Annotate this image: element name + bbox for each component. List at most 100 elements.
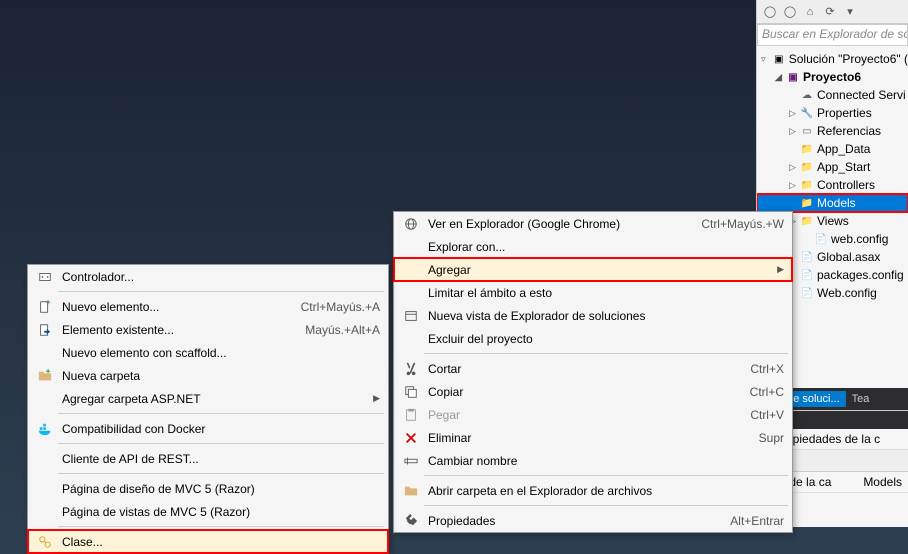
- menu-item-agregar-carpeta-asp-net[interactable]: Agregar carpeta ASP.NET▶: [28, 387, 388, 410]
- folder-icon: 📁: [799, 159, 815, 175]
- tree-item-controllers[interactable]: ▷📁Controllers: [757, 176, 908, 194]
- menu-item-limitar-el-mbito-a-esto[interactable]: Limitar el ámbito a esto: [394, 281, 792, 304]
- menu-item-propiedades[interactable]: PropiedadesAlt+Entrar: [394, 509, 792, 532]
- newitem-icon: [32, 300, 58, 314]
- context-menu-main: Ver en Explorador (Google Chrome)Ctrl+Ma…: [393, 211, 793, 533]
- rename-icon: [398, 454, 424, 468]
- tree-item-connected-servi[interactable]: ☁Connected Servi: [757, 86, 908, 104]
- expander-icon[interactable]: ◢: [775, 72, 785, 83]
- tree-item-label: Connected Servi: [817, 88, 906, 102]
- menu-item-nuevo-elemento[interactable]: Nuevo elemento...Ctrl+Mayús.+A: [28, 295, 388, 318]
- expander-icon[interactable]: ▷: [789, 162, 799, 173]
- sync-icon[interactable]: ⟳: [821, 3, 839, 21]
- tree-item-properties[interactable]: ▷🔧Properties: [757, 104, 908, 122]
- tree-label: Proyecto6: [803, 70, 861, 84]
- more-icon[interactable]: ▾: [841, 3, 859, 21]
- menu-item-label: Nuevo elemento...: [58, 300, 281, 314]
- nav-back-icon[interactable]: ◯: [761, 3, 779, 21]
- delete-icon: [398, 431, 424, 445]
- copy-icon: [398, 385, 424, 399]
- menu-item-label: Agregar: [424, 263, 774, 277]
- menu-item-label: Nueva vista de Explorador de soluciones: [424, 309, 784, 323]
- menu-item-clase[interactable]: Clase...: [28, 530, 388, 553]
- menu-item-p-gina-de-vistas-de-mvc-5-razor[interactable]: Página de vistas de MVC 5 (Razor): [28, 500, 388, 523]
- tree-item-app-data[interactable]: 📁App_Data: [757, 140, 908, 158]
- newfolder-icon: [32, 369, 58, 383]
- expander-icon[interactable]: ▷: [789, 108, 799, 119]
- menu-item-label: Ver en Explorador (Google Chrome): [424, 217, 681, 231]
- tree-item-referencias[interactable]: ▷▭Referencias: [757, 122, 908, 140]
- menu-shortcut: Supr: [739, 431, 784, 445]
- tree-solution-root[interactable]: ▿ ▣ Solución "Proyecto6" (: [757, 50, 908, 68]
- menu-item-cortar[interactable]: CortarCtrl+X: [394, 357, 792, 380]
- menu-item-nuevo-elemento-con-scaffold[interactable]: Nuevo elemento con scaffold...: [28, 341, 388, 364]
- menu-item-explorar-con[interactable]: Explorar con...: [394, 235, 792, 258]
- menu-item-label: Página de diseño de MVC 5 (Razor): [58, 482, 380, 496]
- menu-item-label: Explorar con...: [424, 240, 784, 254]
- tree-item-label: Global.asax: [817, 250, 880, 264]
- menu-item-label: Eliminar: [424, 431, 739, 445]
- folder-icon: 📁: [799, 195, 815, 211]
- menu-item-abrir-carpeta-en-el-explorador-de-archivos[interactable]: Abrir carpeta en el Explorador de archiv…: [394, 479, 792, 502]
- menu-shortcut: Alt+Entrar: [710, 514, 784, 528]
- menu-item-label: Página de vistas de MVC 5 (Razor): [58, 505, 380, 519]
- menu-item-label: Copiar: [424, 385, 730, 399]
- menu-item-agregar[interactable]: Agregar▶: [394, 258, 792, 281]
- menu-shortcut: Ctrl+Mayús.+A: [281, 300, 380, 314]
- expander-icon[interactable]: ▷: [789, 126, 799, 137]
- cloud-icon: ☁: [799, 87, 815, 103]
- menu-item-label: Compatibilidad con Docker: [58, 422, 380, 436]
- menu-item-ver-en-explorador-google-chrome[interactable]: Ver en Explorador (Google Chrome)Ctrl+Ma…: [394, 212, 792, 235]
- tree-item-label: Referencias: [817, 124, 881, 138]
- menu-separator: [58, 291, 384, 292]
- menu-shortcut: Ctrl+C: [730, 385, 784, 399]
- menu-item-p-gina-de-dise-o-de-mvc-5-razor[interactable]: Página de diseño de MVC 5 (Razor): [28, 477, 388, 500]
- project-icon: ▣: [785, 69, 801, 85]
- menu-item-label: Excluir del proyecto: [424, 332, 784, 346]
- menu-item-label: Agregar carpeta ASP.NET: [58, 392, 370, 406]
- tree-item-label: Models: [817, 196, 856, 210]
- tree-project[interactable]: ◢ ▣ Proyecto6: [757, 68, 908, 86]
- menu-item-label: Cliente de API de REST...: [58, 452, 380, 466]
- tab-team[interactable]: Tea: [846, 391, 876, 407]
- docker-icon: [32, 422, 58, 436]
- menu-item-label: Limitar el ámbito a esto: [424, 286, 784, 300]
- menu-item-cliente-de-api-de-rest[interactable]: Cliente de API de REST...: [28, 447, 388, 470]
- solution-search-input[interactable]: Buscar en Explorador de so: [757, 24, 908, 46]
- menu-item-compatibilidad-con-docker[interactable]: Compatibilidad con Docker: [28, 417, 388, 440]
- expander-icon[interactable]: ▷: [789, 180, 799, 191]
- tree-label: Solución "Proyecto6" (: [789, 52, 908, 66]
- file-icon: 📄: [799, 249, 815, 265]
- folder-icon: 📁: [799, 177, 815, 193]
- menu-item-controlador[interactable]: Controlador...: [28, 265, 388, 288]
- paste-icon: [398, 408, 424, 422]
- menu-item-copiar[interactable]: CopiarCtrl+C: [394, 380, 792, 403]
- menu-item-label: Pegar: [424, 408, 730, 422]
- menu-item-eliminar[interactable]: EliminarSupr: [394, 426, 792, 449]
- tree-item-label: Web.config: [817, 286, 877, 300]
- solution-toolbar: ◯ ◯ ⌂ ⟳ ▾: [757, 0, 908, 24]
- menu-item-label: Nueva carpeta: [58, 369, 380, 383]
- menu-item-nueva-carpeta[interactable]: Nueva carpeta: [28, 364, 388, 387]
- controller-icon: [32, 270, 58, 284]
- menu-item-nueva-vista-de-explorador-de-soluciones[interactable]: Nueva vista de Explorador de soluciones: [394, 304, 792, 327]
- tree-item-label: Views: [817, 214, 849, 228]
- tree-item-label: Properties: [817, 106, 872, 120]
- cut-icon: [398, 362, 424, 376]
- menu-item-label: Controlador...: [58, 270, 380, 284]
- menu-separator: [424, 353, 788, 354]
- home-icon[interactable]: ⌂: [801, 3, 819, 21]
- menu-item-cambiar-nombre[interactable]: Cambiar nombre: [394, 449, 792, 472]
- folder-icon: 📁: [799, 213, 815, 229]
- menu-shortcut: Ctrl+Mayús.+W: [681, 217, 784, 231]
- tree-item-app-start[interactable]: ▷📁App_Start: [757, 158, 908, 176]
- tree-item-label: App_Start: [817, 160, 870, 174]
- nav-fwd-icon[interactable]: ◯: [781, 3, 799, 21]
- menu-item-pegar: PegarCtrl+V: [394, 403, 792, 426]
- tree-item-label: Controllers: [817, 178, 875, 192]
- menu-item-excluir-del-proyecto[interactable]: Excluir del proyecto: [394, 327, 792, 350]
- tree-item-label: App_Data: [817, 142, 870, 156]
- menu-item-elemento-existente[interactable]: Elemento existente...Mayús.+Alt+A: [28, 318, 388, 341]
- expander-icon[interactable]: ▿: [761, 54, 771, 65]
- tree-item-models[interactable]: 📁Models: [757, 194, 908, 212]
